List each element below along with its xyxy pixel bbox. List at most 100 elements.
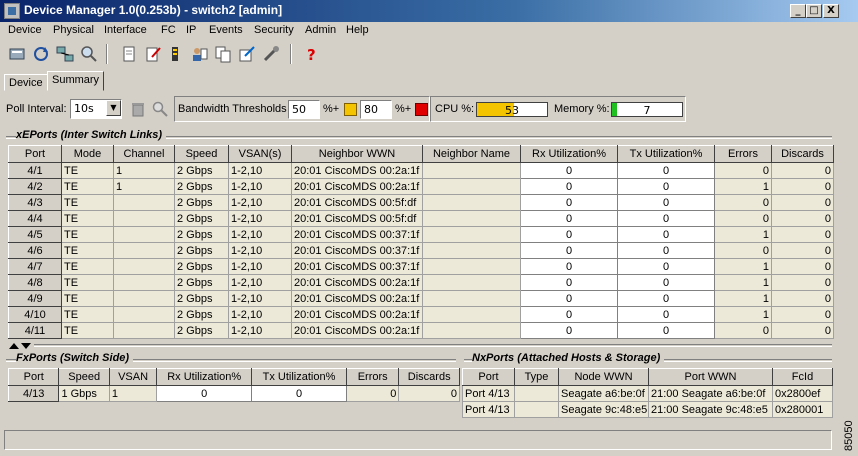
- menu-admin[interactable]: Admin: [305, 24, 336, 36]
- table-row[interactable]: 4/4 TE 2 Gbps 1-2,10 20:01 CiscoMDS 00:5f:df…: [8, 210, 834, 227]
- table-row[interactable]: 4/10 TE 2 Gbps 1-2,10 20:01 CiscoMDS 00:2a:1…: [8, 306, 834, 323]
- document-icon[interactable]: [120, 45, 138, 63]
- column-header-fcid[interactable]: FcId: [772, 368, 833, 386]
- column-header-type[interactable]: Type: [514, 368, 559, 386]
- menu-ip[interactable]: IP: [186, 24, 196, 36]
- splitter-arrows-icon[interactable]: [8, 340, 34, 350]
- table-row[interactable]: 4/6 TE 2 Gbps 1-2,10 20:01 CiscoMDS 00:37:1f…: [8, 242, 834, 259]
- column-header-tx-utilization[interactable]: Tx Utilization%: [617, 145, 715, 163]
- column-header-mode[interactable]: Mode: [61, 145, 114, 163]
- figure-code-text: 85050: [843, 420, 855, 451]
- cell-mode: TE: [61, 274, 114, 291]
- users-icon[interactable]: [190, 45, 208, 63]
- cell-mode: TE: [61, 162, 114, 179]
- cell-port[interactable]: 4/1: [8, 162, 62, 179]
- threshold-high-input[interactable]: 80: [360, 100, 392, 119]
- column-header-neighbor-name[interactable]: Neighbor Name: [422, 145, 521, 163]
- menu-device[interactable]: Device: [8, 24, 42, 36]
- table-row[interactable]: 4/5 TE 2 Gbps 1-2,10 20:01 CiscoMDS 00:37:1f…: [8, 226, 834, 243]
- menu-events[interactable]: Events: [209, 24, 243, 36]
- table-row[interactable]: 4/2 TE 1 2 Gbps 1-2,10 20:01 CiscoMDS 00:2a:1…: [8, 178, 834, 195]
- refresh-icon[interactable]: [32, 45, 50, 63]
- cell-port[interactable]: 4/2: [8, 178, 62, 195]
- minimize-button[interactable]: _: [790, 4, 806, 18]
- column-header-speed[interactable]: Speed: [174, 145, 229, 163]
- cell-neighbor-name: [422, 322, 521, 339]
- cell-port[interactable]: 4/4: [8, 210, 62, 227]
- tab-device[interactable]: Device: [4, 74, 48, 91]
- threshold-low-input[interactable]: 50: [288, 100, 320, 119]
- menu-help[interactable]: Help: [346, 24, 369, 36]
- cell-port[interactable]: 4/6: [8, 242, 62, 259]
- threshold-high-unit: %+: [395, 103, 412, 115]
- menu-physical[interactable]: Physical: [53, 24, 94, 36]
- map-icon[interactable]: [56, 45, 74, 63]
- menu-fc[interactable]: FC: [161, 24, 176, 36]
- tools-icon[interactable]: [262, 45, 280, 63]
- cell-errors: 1: [714, 226, 772, 243]
- cell-port[interactable]: 4/8: [8, 274, 62, 291]
- zoom-icon[interactable]: [152, 101, 170, 119]
- cell-discards: 0: [771, 306, 834, 323]
- cell-neighbor-name: [422, 194, 521, 211]
- column-header-discards[interactable]: Discards: [771, 145, 834, 163]
- cell-port[interactable]: 4/10: [8, 306, 62, 323]
- splitter-line[interactable]: [34, 344, 832, 347]
- menu-interface[interactable]: Interface: [104, 24, 147, 36]
- column-header-rx-utilization[interactable]: Rx Utilization%: [156, 368, 253, 386]
- copy-icon[interactable]: [214, 45, 232, 63]
- menu-security[interactable]: Security: [254, 24, 294, 36]
- column-header-rx-utilization[interactable]: Rx Utilization%: [520, 145, 618, 163]
- column-header-channel[interactable]: Channel: [113, 145, 175, 163]
- cell-tx-utilization: 0: [617, 178, 715, 195]
- column-header-port[interactable]: Port: [462, 368, 515, 386]
- log-icon[interactable]: [166, 45, 184, 63]
- device-icon[interactable]: [8, 45, 26, 63]
- cell-speed: 1 Gbps: [58, 385, 110, 402]
- cell-channel: [113, 322, 175, 339]
- column-header-errors[interactable]: Errors: [345, 368, 400, 386]
- column-header-node-wwn[interactable]: Node WWN: [558, 368, 649, 386]
- column-header-discards[interactable]: Discards: [398, 368, 460, 386]
- cell-port[interactable]: 4/3: [8, 194, 62, 211]
- column-header-neighbor-wwn[interactable]: Neighbor WWN: [291, 145, 423, 163]
- close-button[interactable]: X: [823, 4, 839, 18]
- table-row[interactable]: 4/8 TE 2 Gbps 1-2,10 20:01 CiscoMDS 00:2a:1f…: [8, 274, 834, 291]
- column-header-tx-utilization[interactable]: Tx Utilization%: [251, 368, 347, 386]
- table-row[interactable]: 4/11 TE 2 Gbps 1-2,10 20:01 CiscoMDS 00:2a:1…: [8, 322, 834, 339]
- table-row[interactable]: Port 4/13 Seagate 9c:48:e5 21:00 Seagate 9…: [462, 401, 833, 418]
- column-header-errors[interactable]: Errors: [714, 145, 772, 163]
- poll-interval-select[interactable]: 10s ▼: [70, 99, 122, 119]
- table-row[interactable]: 4/13 1 Gbps 1 0 0 0 0: [7, 385, 460, 402]
- column-header-port[interactable]: Port: [8, 145, 62, 163]
- cell-speed: 2 Gbps: [174, 322, 229, 339]
- cell-speed: 2 Gbps: [174, 290, 229, 307]
- cell-port[interactable]: 4/13: [7, 385, 60, 402]
- help-icon[interactable]: ?: [302, 45, 320, 64]
- maximize-button[interactable]: □: [806, 4, 822, 18]
- column-header-vsan[interactable]: VSAN: [108, 368, 158, 386]
- tab-summary[interactable]: Summary: [47, 71, 105, 91]
- column-header-port-wwn[interactable]: Port WWN: [648, 368, 773, 386]
- table-row[interactable]: Port 4/13 Seagate a6:be:0f 21:00 Seagate a…: [462, 385, 833, 402]
- column-header-vsan-s[interactable]: VSAN(s): [228, 145, 292, 163]
- window-title: Device Manager 1.0(0.253b) - switch2 [ad…: [24, 3, 283, 17]
- cell-port[interactable]: 4/7: [8, 258, 62, 275]
- cell-port[interactable]: 4/5: [8, 226, 62, 243]
- trash-icon[interactable]: [130, 101, 148, 119]
- table-row[interactable]: 4/3 TE 2 Gbps 1-2,10 20:01 CiscoMDS 00:5f:df…: [8, 194, 834, 211]
- cell-type: [514, 401, 559, 418]
- column-header-speed[interactable]: Speed: [58, 368, 110, 386]
- column-header-port[interactable]: Port: [7, 368, 60, 386]
- cell-port[interactable]: 4/11: [8, 322, 62, 339]
- cell-tx-utilization: 0: [617, 226, 715, 243]
- find-icon[interactable]: [80, 45, 98, 63]
- table-row[interactable]: 4/1 TE 1 2 Gbps 1-2,10 20:01 CiscoMDS 00:2a:1…: [8, 162, 834, 179]
- table-row[interactable]: 4/9 TE 2 Gbps 1-2,10 20:01 CiscoMDS 00:2a:1f…: [8, 290, 834, 307]
- chevron-down-icon[interactable]: ▼: [106, 100, 121, 116]
- cell-vsan-s: 1-2,10: [228, 194, 292, 211]
- export-icon[interactable]: [238, 45, 256, 63]
- table-row[interactable]: 4/7 TE 2 Gbps 1-2,10 20:01 CiscoMDS 00:37:1f…: [8, 258, 834, 275]
- edit-icon[interactable]: [144, 45, 162, 63]
- cell-port[interactable]: 4/9: [8, 290, 62, 307]
